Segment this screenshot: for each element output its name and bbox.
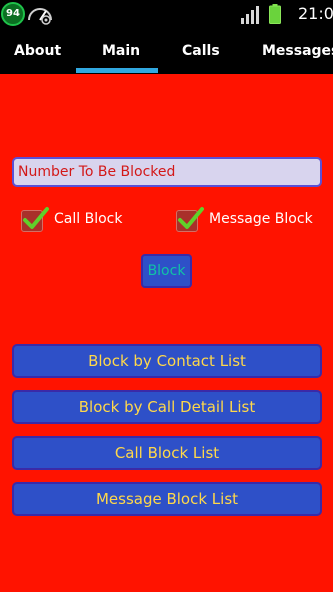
status-bar: 94 21:07 (0, 0, 333, 28)
signal-icon (241, 6, 259, 24)
app-screen: 94 21:07 About Main Calls Messages (0, 0, 333, 592)
call-block-checkbox[interactable] (21, 206, 49, 232)
selected-tab-indicator (76, 68, 158, 73)
call-block-list-button[interactable]: Call Block List (12, 436, 322, 470)
block-button[interactable]: Block (141, 254, 192, 288)
block-by-contact-list-button[interactable]: Block by Contact List (12, 344, 322, 378)
message-block-label: Message Block (209, 211, 313, 227)
message-block-checkbox[interactable] (176, 206, 204, 232)
message-block-list-button[interactable]: Message Block List (12, 482, 322, 516)
checkmark-icon (178, 207, 204, 229)
tab-calls[interactable]: Calls (182, 28, 220, 74)
block-by-call-detail-list-button[interactable]: Block by Call Detail List (12, 390, 322, 424)
call-block-label: Call Block (54, 211, 123, 227)
number-to-block-input[interactable] (12, 157, 322, 187)
tab-about[interactable]: About (14, 28, 61, 74)
battery-level-text: 94 (6, 8, 20, 19)
tab-bar: About Main Calls Messages (0, 28, 333, 74)
gauge-icon (28, 8, 52, 25)
battery-icon (269, 4, 281, 24)
clock: 21:07 (298, 4, 333, 23)
tab-messages[interactable]: Messages (262, 28, 333, 74)
battery-level-icon: 94 (1, 2, 25, 26)
checkmark-icon (23, 207, 49, 229)
